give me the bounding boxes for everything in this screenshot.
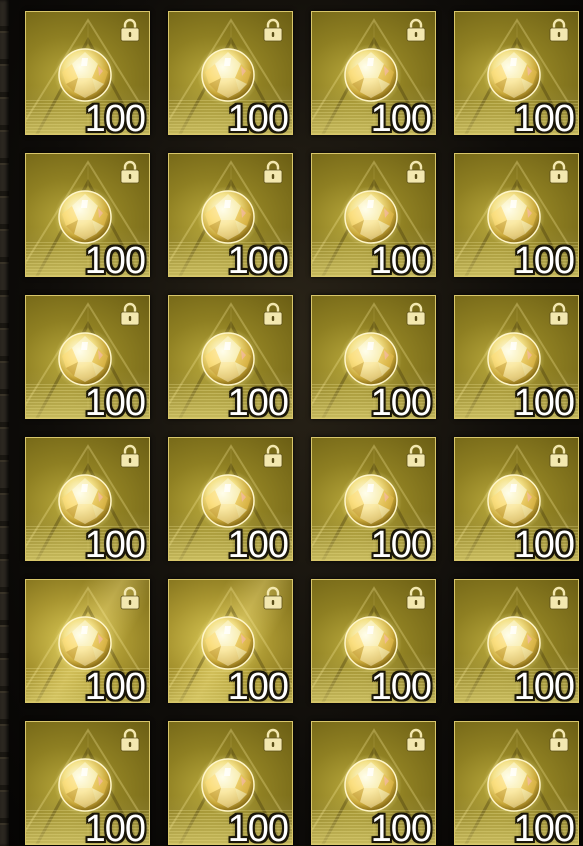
item-slot[interactable]: 100 bbox=[454, 153, 579, 277]
item-slot[interactable]: 100 bbox=[25, 295, 150, 419]
crystal-orb-icon bbox=[54, 470, 116, 532]
item-count: 100 bbox=[370, 666, 432, 703]
item-count: 100 bbox=[227, 666, 289, 703]
item-slot[interactable]: 100 bbox=[454, 437, 579, 561]
item-count: 100 bbox=[84, 98, 146, 135]
item-count: 100 bbox=[84, 240, 146, 277]
item-count: 100 bbox=[370, 240, 432, 277]
item-slot[interactable]: 100 bbox=[311, 153, 436, 277]
item-count: 100 bbox=[370, 524, 432, 561]
crystal-orb-icon bbox=[340, 754, 402, 816]
lock-icon bbox=[263, 160, 283, 184]
item-slot[interactable]: 100 bbox=[311, 295, 436, 419]
crystal-orb-icon bbox=[483, 612, 545, 674]
item-slot[interactable]: 100 bbox=[311, 579, 436, 703]
item-count: 100 bbox=[84, 524, 146, 561]
item-count: 100 bbox=[227, 382, 289, 419]
item-slot[interactable]: 100 bbox=[454, 721, 579, 845]
item-slot[interactable]: 100 bbox=[25, 11, 150, 135]
item-count: 100 bbox=[84, 382, 146, 419]
item-slot[interactable]: 100 bbox=[454, 11, 579, 135]
item-count: 100 bbox=[370, 98, 432, 135]
crystal-orb-icon bbox=[197, 612, 259, 674]
lock-icon bbox=[120, 586, 140, 610]
lock-icon bbox=[406, 444, 426, 468]
crystal-orb-icon bbox=[54, 186, 116, 248]
lock-icon bbox=[120, 18, 140, 42]
lock-icon bbox=[406, 302, 426, 326]
item-slot[interactable]: 100 bbox=[25, 721, 150, 845]
item-count: 100 bbox=[370, 382, 432, 419]
item-count: 100 bbox=[227, 240, 289, 277]
crystal-orb-icon bbox=[197, 44, 259, 106]
item-count: 100 bbox=[370, 808, 432, 845]
crystal-orb-icon bbox=[197, 328, 259, 390]
item-slot[interactable]: 100 bbox=[454, 295, 579, 419]
item-slot[interactable]: 100 bbox=[168, 11, 293, 135]
lock-icon bbox=[549, 728, 569, 752]
lock-icon bbox=[120, 444, 140, 468]
lock-icon bbox=[263, 586, 283, 610]
item-slot[interactable]: 100 bbox=[311, 11, 436, 135]
lock-icon bbox=[549, 586, 569, 610]
lock-icon bbox=[406, 728, 426, 752]
item-count: 100 bbox=[513, 240, 575, 277]
item-count: 100 bbox=[513, 524, 575, 561]
lock-icon bbox=[120, 160, 140, 184]
item-grid: 100 100 100 100 100 100 100 100 100 100 … bbox=[25, 11, 579, 845]
crystal-orb-icon bbox=[340, 470, 402, 532]
lock-icon bbox=[263, 444, 283, 468]
lock-icon bbox=[120, 302, 140, 326]
lock-icon bbox=[549, 18, 569, 42]
item-count: 100 bbox=[513, 98, 575, 135]
item-count: 100 bbox=[227, 98, 289, 135]
lock-icon bbox=[120, 728, 140, 752]
item-count: 100 bbox=[84, 666, 146, 703]
item-count: 100 bbox=[84, 808, 146, 845]
item-slot[interactable]: 100 bbox=[168, 153, 293, 277]
item-slot[interactable]: 100 bbox=[168, 295, 293, 419]
crystal-orb-icon bbox=[54, 328, 116, 390]
lock-icon bbox=[263, 302, 283, 326]
crystal-orb-icon bbox=[483, 470, 545, 532]
lock-icon bbox=[263, 18, 283, 42]
item-count: 100 bbox=[513, 666, 575, 703]
inventory-screen: 100 100 100 100 100 100 100 100 100 100 … bbox=[0, 0, 583, 846]
item-slot[interactable]: 100 bbox=[25, 579, 150, 703]
crystal-orb-icon bbox=[54, 612, 116, 674]
item-count: 100 bbox=[227, 524, 289, 561]
item-slot[interactable]: 100 bbox=[168, 437, 293, 561]
crystal-orb-icon bbox=[340, 186, 402, 248]
crystal-orb-icon bbox=[54, 754, 116, 816]
item-count: 100 bbox=[227, 808, 289, 845]
item-slot[interactable]: 100 bbox=[311, 721, 436, 845]
crystal-orb-icon bbox=[483, 186, 545, 248]
lock-icon bbox=[406, 160, 426, 184]
crystal-orb-icon bbox=[54, 44, 116, 106]
item-count: 100 bbox=[513, 808, 575, 845]
item-slot[interactable]: 100 bbox=[25, 437, 150, 561]
item-slot[interactable]: 100 bbox=[168, 721, 293, 845]
lock-icon bbox=[549, 302, 569, 326]
item-count: 100 bbox=[513, 382, 575, 419]
scroll-edge[interactable] bbox=[0, 0, 9, 846]
item-slot[interactable]: 100 bbox=[168, 579, 293, 703]
item-slot[interactable]: 100 bbox=[454, 579, 579, 703]
crystal-orb-icon bbox=[197, 754, 259, 816]
lock-icon bbox=[406, 18, 426, 42]
crystal-orb-icon bbox=[197, 470, 259, 532]
crystal-orb-icon bbox=[340, 612, 402, 674]
crystal-orb-icon bbox=[483, 44, 545, 106]
lock-icon bbox=[263, 728, 283, 752]
lock-icon bbox=[549, 444, 569, 468]
item-slot[interactable]: 100 bbox=[25, 153, 150, 277]
item-slot[interactable]: 100 bbox=[311, 437, 436, 561]
crystal-orb-icon bbox=[197, 186, 259, 248]
lock-icon bbox=[406, 586, 426, 610]
crystal-orb-icon bbox=[340, 44, 402, 106]
crystal-orb-icon bbox=[340, 328, 402, 390]
crystal-orb-icon bbox=[483, 754, 545, 816]
lock-icon bbox=[549, 160, 569, 184]
crystal-orb-icon bbox=[483, 328, 545, 390]
